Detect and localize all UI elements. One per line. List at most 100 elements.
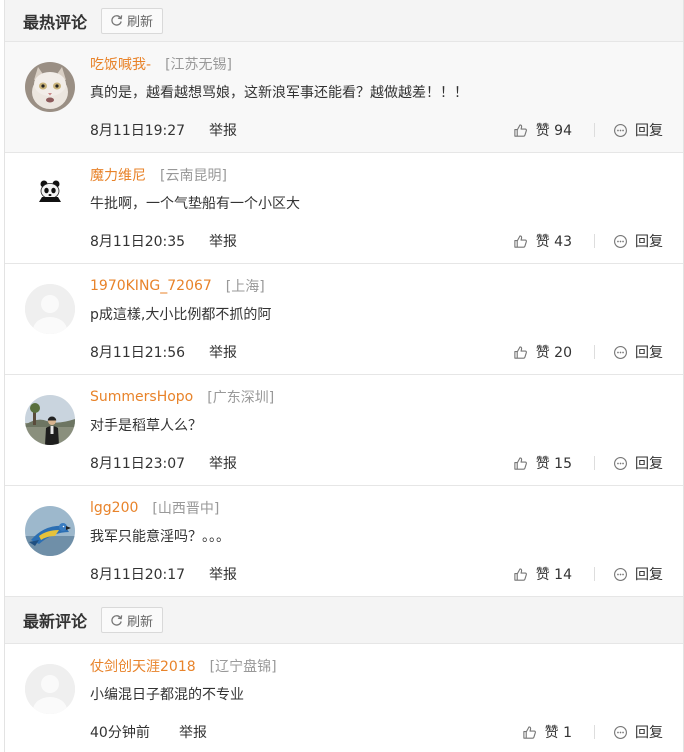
comment-footer: 8月11日23:07 举报 赞 15 回复 xyxy=(90,453,663,473)
username[interactable]: lgg200 xyxy=(90,500,138,516)
username[interactable]: SummersHopo xyxy=(90,389,193,405)
cat-avatar-icon xyxy=(25,62,75,112)
hot-comments-header: 最热评论 刷新 xyxy=(5,0,683,42)
user-location: [辽宁盘锦] xyxy=(209,659,277,675)
thumbs-up-icon xyxy=(514,234,527,248)
reply-button[interactable]: 回复 xyxy=(613,722,663,742)
username[interactable]: 仗剑创天涯2018 xyxy=(90,656,196,676)
action-divider xyxy=(594,234,595,248)
user-line: SummersHopo [广东深圳] xyxy=(90,387,274,407)
thumbs-up-icon xyxy=(514,456,527,470)
user-line: 吃饭喊我- [江苏无锡] xyxy=(90,54,232,74)
latest-refresh-label: 刷新 xyxy=(127,614,154,630)
comment-actions: 赞 43 回复 xyxy=(513,231,663,251)
comment-actions: 赞 94 回复 xyxy=(513,120,663,140)
user-location: [山西晋中] xyxy=(152,501,220,517)
reply-label: 回复 xyxy=(635,234,663,250)
parrot-avatar-icon xyxy=(25,506,75,556)
username[interactable]: 魔力维尼 xyxy=(90,165,146,185)
avatar[interactable] xyxy=(25,395,75,445)
report-link[interactable]: 举报 xyxy=(209,564,237,584)
like-button[interactable]: 赞 1 xyxy=(522,722,572,742)
comment-footer: 8月11日20:17 举报 赞 14 回复 xyxy=(90,564,663,584)
avatar[interactable] xyxy=(25,62,75,112)
latest-comments-header: 最新评论 刷新 xyxy=(5,597,683,644)
user-line: lgg200 [山西晋中] xyxy=(90,498,219,518)
like-count: 赞 15 xyxy=(535,456,572,472)
user-location: [上海] xyxy=(225,279,265,295)
comment-text: 小编混日子都混的不专业 xyxy=(90,687,244,703)
action-divider xyxy=(594,456,595,470)
reply-button[interactable]: 回复 xyxy=(613,564,663,584)
action-divider xyxy=(594,567,595,581)
like-button[interactable]: 赞 94 xyxy=(513,120,572,140)
action-divider xyxy=(594,123,595,137)
comment-item: 魔力维尼 [云南昆明] 牛批啊，一个气垫船有一个小区大 8月11日20:35 举… xyxy=(5,153,683,264)
report-link[interactable]: 举报 xyxy=(209,342,237,362)
latest-comments-title: 最新评论 xyxy=(23,612,88,631)
comment-actions: 赞 20 回复 xyxy=(513,342,663,362)
default-avatar-icon xyxy=(25,664,75,714)
thumbs-up-icon xyxy=(514,567,527,581)
report-link[interactable]: 举报 xyxy=(209,453,237,473)
like-button[interactable]: 赞 43 xyxy=(513,231,572,251)
like-count: 赞 1 xyxy=(544,725,572,741)
reply-label: 回复 xyxy=(635,725,663,741)
reply-button[interactable]: 回复 xyxy=(613,453,663,473)
user-line: 仗剑创天涯2018 [辽宁盘锦] xyxy=(90,656,277,676)
comment-actions: 赞 15 回复 xyxy=(513,453,663,473)
like-button[interactable]: 赞 14 xyxy=(513,564,572,584)
reply-bubble-icon xyxy=(614,456,627,470)
user-location: [江苏无锡] xyxy=(165,57,232,73)
like-button[interactable]: 赞 15 xyxy=(513,453,572,473)
report-link[interactable]: 举报 xyxy=(179,722,207,742)
thumbs-up-icon xyxy=(514,345,527,359)
like-count: 赞 20 xyxy=(535,345,572,361)
default-avatar-icon xyxy=(25,284,75,334)
comment-panel: 最热评论 刷新 吃饭喊我- [江苏无锡] 真的是，越看越想骂娘，这新浪军事还能看… xyxy=(4,0,684,752)
reply-bubble-icon xyxy=(614,123,627,137)
comment-item: 1970KING_72067 [上海] p成這樣,大小比例都不抓的阿 8月11日… xyxy=(5,264,683,375)
comment-time: 8月11日23:07 xyxy=(90,456,186,472)
avatar[interactable] xyxy=(25,506,75,556)
comment-text: 真的是，越看越想骂娘，这新浪军事还能看？越做越差！！！ xyxy=(90,85,468,101)
like-count: 赞 94 xyxy=(535,123,572,139)
username[interactable]: 1970KING_72067 xyxy=(90,278,212,294)
report-link[interactable]: 举报 xyxy=(209,120,237,140)
avatar[interactable] xyxy=(25,664,75,714)
user-location: [云南昆明] xyxy=(160,168,227,184)
comment-time: 8月11日20:35 xyxy=(90,234,186,250)
comment-item: SummersHopo [广东深圳] 对手是稻草人么？ 8月11日23:07 举… xyxy=(5,375,683,486)
comment-footer: 40分钟前 举报 赞 1 回复 xyxy=(90,722,663,742)
reply-button[interactable]: 回复 xyxy=(613,231,663,251)
panda-avatar-icon xyxy=(25,173,75,223)
thumbs-up-icon xyxy=(522,725,536,739)
reply-button[interactable]: 回复 xyxy=(613,120,663,140)
person-avatar-icon xyxy=(25,395,75,445)
refresh-icon xyxy=(111,15,123,26)
comment-actions: 赞 1 回复 xyxy=(522,722,663,742)
hot-refresh-button[interactable]: 刷新 xyxy=(101,7,164,34)
comment-footer: 8月11日21:56 举报 赞 20 回复 xyxy=(90,342,663,362)
like-count: 赞 14 xyxy=(535,567,572,583)
reply-label: 回复 xyxy=(635,345,663,361)
hot-refresh-label: 刷新 xyxy=(127,15,154,30)
comment-text: 对手是稻草人么？ xyxy=(90,418,202,434)
action-divider xyxy=(594,725,595,739)
user-location: [广东深圳] xyxy=(207,390,275,406)
avatar[interactable] xyxy=(25,173,75,223)
reply-label: 回复 xyxy=(635,123,663,139)
action-divider xyxy=(594,345,595,359)
reply-label: 回复 xyxy=(635,567,663,583)
reply-button[interactable]: 回复 xyxy=(613,342,663,362)
latest-refresh-button[interactable]: 刷新 xyxy=(101,607,164,633)
report-link[interactable]: 举报 xyxy=(209,231,237,251)
avatar[interactable] xyxy=(25,284,75,334)
reply-bubble-icon xyxy=(614,234,627,248)
like-button[interactable]: 赞 20 xyxy=(513,342,572,362)
user-line: 1970KING_72067 [上海] xyxy=(90,276,265,296)
reply-bubble-icon xyxy=(614,725,627,739)
username[interactable]: 吃饭喊我- xyxy=(90,54,151,74)
comment-item: lgg200 [山西晋中] 我军只能意淫吗？。。。 8月11日20:17 举报 … xyxy=(5,486,683,597)
refresh-icon xyxy=(111,614,123,626)
